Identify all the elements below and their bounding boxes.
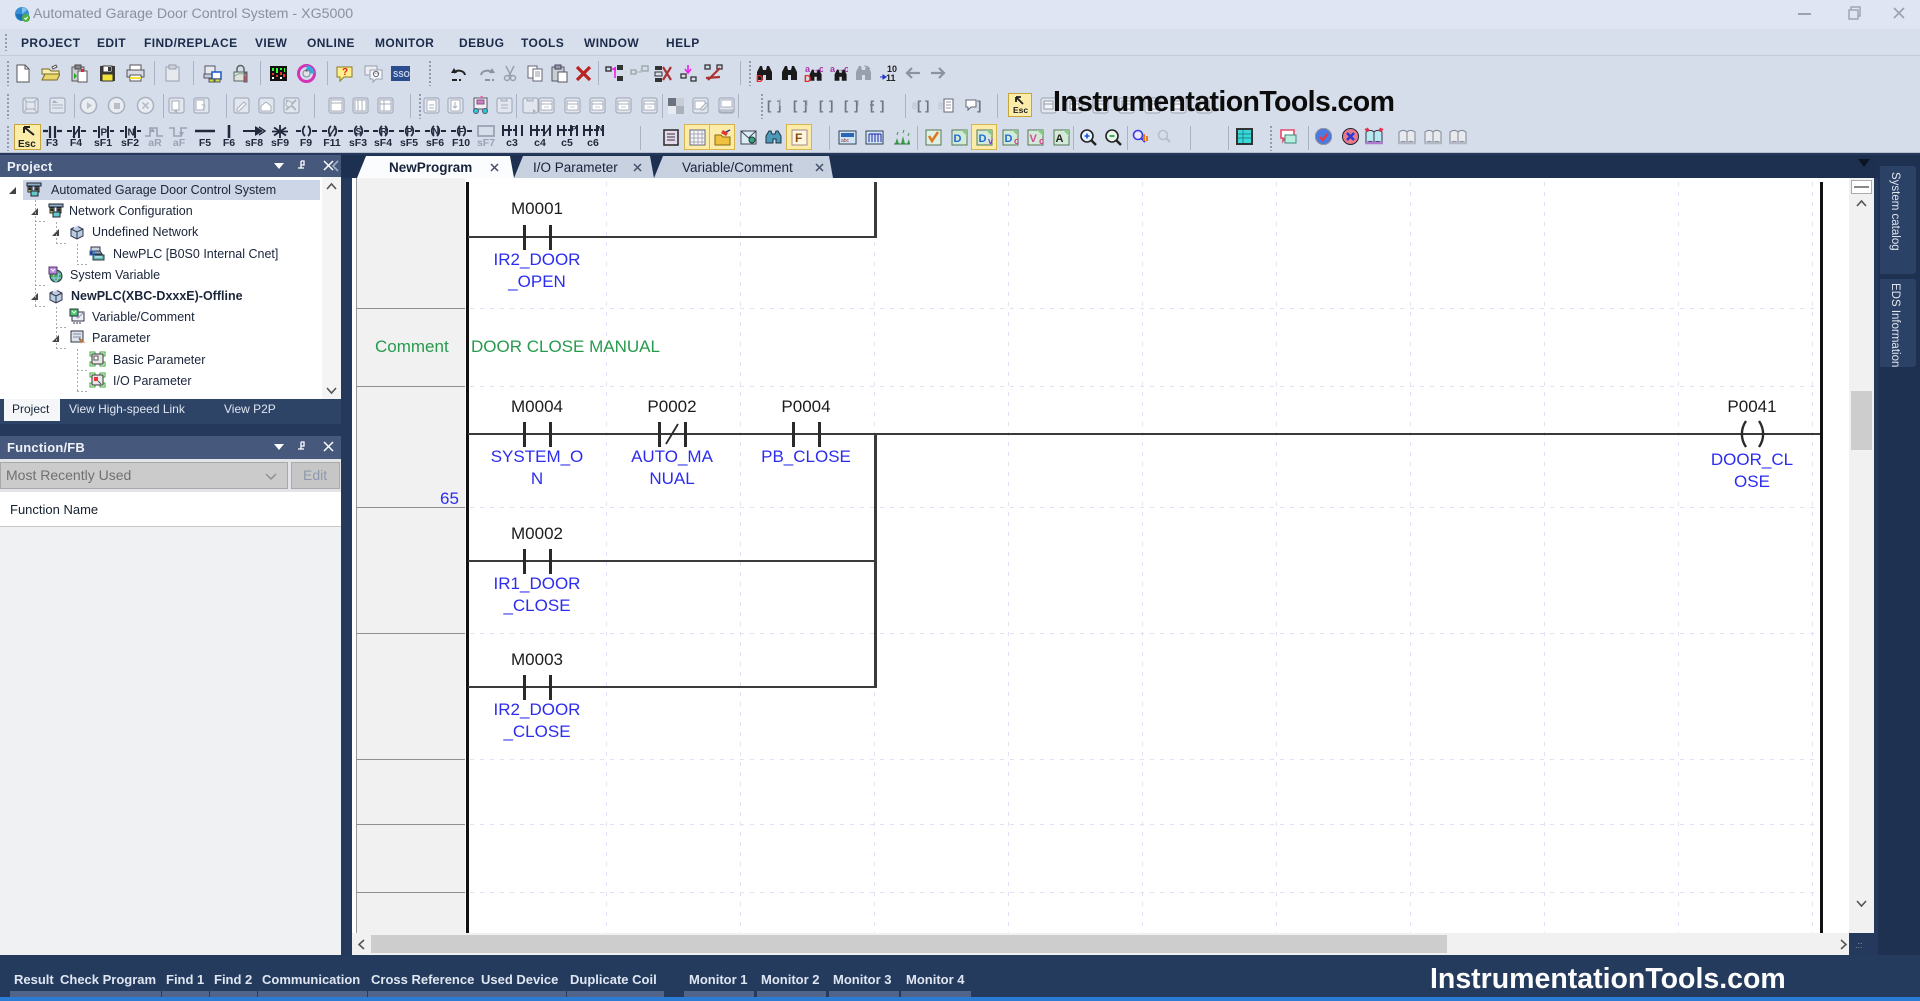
svg-text:[: [ <box>917 98 922 113</box>
svg-text:D: D <box>756 74 763 83</box>
svg-text:[: [ <box>844 98 849 113</box>
svg-text:P: P <box>407 127 413 137</box>
svg-text:abc: abc <box>841 138 850 144</box>
svg-text:Esc: Esc <box>1013 105 1028 115</box>
svg-text:SSO: SSO <box>393 70 410 79</box>
svg-text:D: D <box>979 133 987 145</box>
svg-text:V: V <box>1030 133 1038 145</box>
svg-text:c: c <box>1014 136 1019 146</box>
svg-text:]: ] <box>777 98 781 113</box>
svg-text:[: [ <box>767 98 772 113</box>
svg-text:[: [ <box>819 98 824 113</box>
svg-text:Esc: Esc <box>18 139 36 149</box>
svg-text:F: F <box>795 131 802 145</box>
svg-text:D: D <box>804 74 811 83</box>
svg-text:]: ] <box>977 98 981 113</box>
svg-text:8: 8 <box>938 101 943 111</box>
svg-text:c: c <box>1039 136 1044 146</box>
svg-text:F: F <box>459 127 465 137</box>
svg-text:D: D <box>954 133 962 145</box>
svg-text:v: v <box>988 136 993 146</box>
svg-text:R: R <box>381 127 388 137</box>
svg-text:]: ] <box>925 98 929 113</box>
svg-text:D: D <box>1005 133 1013 145</box>
svg-text:[: [ <box>793 98 798 113</box>
svg-text:11: 11 <box>886 73 896 83</box>
svg-text:N: N <box>598 124 603 133</box>
svg-text:?: ? <box>201 103 206 112</box>
svg-text:]: ] <box>829 98 833 113</box>
svg-text:N: N <box>433 127 440 137</box>
svg-text:S: S <box>356 127 362 137</box>
svg-text:?: ? <box>342 67 348 78</box>
svg-text:]: ] <box>880 98 884 113</box>
svg-text:A: A <box>1056 133 1064 145</box>
svg-text:P: P <box>572 124 577 133</box>
